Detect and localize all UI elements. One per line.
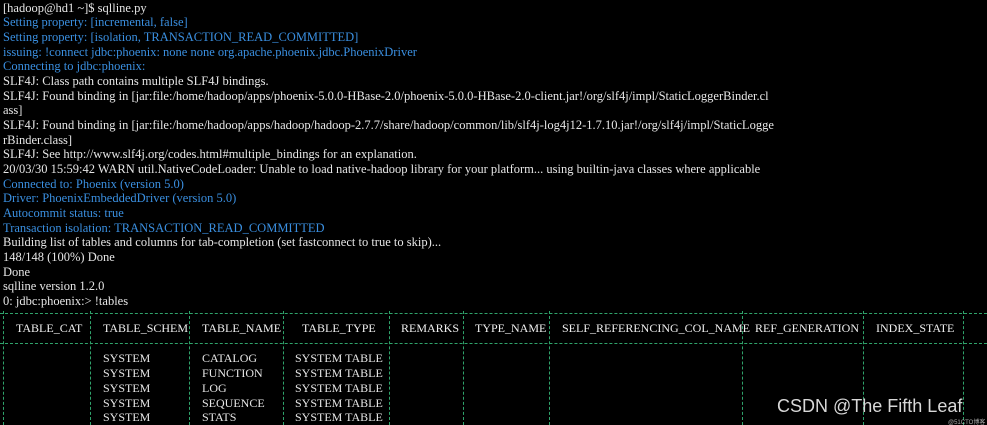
- column-header-table-schem: TABLE_SCHEM: [103, 321, 189, 335]
- terminal-line: Driver: PhoenixEmbeddedDriver (version 5…: [3, 191, 237, 205]
- terminal-window[interactable]: [hadoop@hd1 ~]$ sqlline.py Setting prope…: [0, 0, 987, 425]
- table-column-separator: [389, 311, 390, 425]
- cell-table-name: SEQUENCE: [202, 396, 265, 410]
- table-column-separator: [3, 311, 4, 425]
- column-header-remarks: REMARKS: [401, 321, 460, 335]
- terminal-line: sqlline version 1.2.0: [3, 279, 105, 293]
- terminal-line: Transaction isolation: TRANSACTION_READ_…: [3, 221, 325, 235]
- cell-table-name: FUNCTION: [202, 366, 263, 380]
- table-column-separator: [963, 311, 964, 425]
- cell-table-type: SYSTEM TABLE: [295, 381, 383, 395]
- cell-table-type: SYSTEM TABLE: [295, 410, 383, 424]
- column-header-type-name: TYPE_NAME: [475, 321, 547, 335]
- terminal-line: Building list of tables and columns for …: [3, 235, 442, 249]
- column-header-ref-generation: REF_GENERATION: [755, 321, 859, 335]
- column-header-table-type: TABLE_TYPE: [302, 321, 376, 335]
- terminal-line: Connecting to jdbc:phoenix:: [3, 59, 146, 73]
- cell-table-name: STATS: [202, 410, 237, 424]
- terminal-line: 20/03/30 15:59:42 WARN util.NativeCodeLo…: [3, 162, 761, 176]
- table-column-separator: [90, 311, 91, 425]
- cell-table-schem: SYSTEM: [103, 366, 151, 380]
- terminal-line: [hadoop@hd1 ~]$ sqlline.py: [3, 1, 147, 15]
- cell-table-schem: SYSTEM: [103, 410, 151, 424]
- cell-table-type: SYSTEM TABLE: [295, 351, 383, 365]
- terminal-line: rBinder.class]: [3, 133, 73, 147]
- column-header-table-cat: TABLE_CAT: [16, 321, 83, 335]
- terminal-line: SLF4J: See http://www.slf4j.org/codes.ht…: [3, 147, 417, 161]
- terminal-line: Done: [3, 265, 31, 279]
- terminal-line: 148/148 (100%) Done: [3, 250, 115, 264]
- table-column-separator: [549, 311, 550, 425]
- table-border-top: [0, 313, 987, 314]
- cell-table-schem: SYSTEM: [103, 396, 151, 410]
- csdn-watermark: CSDN @The Fifth Leaf: [777, 396, 963, 416]
- column-header-table-name: TABLE_NAME: [202, 321, 282, 335]
- cell-table-name: CATALOG: [202, 351, 258, 365]
- terminal-line: Setting property: [incremental, false]: [3, 15, 188, 29]
- terminal-line: SLF4J: Class path contains multiple SLF4…: [3, 74, 269, 88]
- column-header-self-ref-col: SELF_REFERENCING_COL_NAME: [562, 321, 751, 335]
- terminal-line: Autocommit status: true: [3, 206, 124, 220]
- terminal-line: ass]: [3, 103, 23, 117]
- terminal-line: SLF4J: Found binding in [jar:file:/home/…: [3, 118, 774, 132]
- cell-table-name: LOG: [202, 381, 227, 395]
- table-column-separator: [283, 311, 284, 425]
- cell-table-type: SYSTEM TABLE: [295, 396, 383, 410]
- terminal-line: Setting property: [isolation, TRANSACTIO…: [3, 30, 359, 44]
- table-column-separator: [463, 311, 464, 425]
- cell-table-schem: SYSTEM: [103, 381, 151, 395]
- 51cto-watermark: @51CTO博客: [948, 420, 986, 425]
- terminal-line: SLF4J: Found binding in [jar:file:/home/…: [3, 89, 769, 103]
- cell-table-type: SYSTEM TABLE: [295, 366, 383, 380]
- table-column-separator: [189, 311, 190, 425]
- terminal-prompt-line[interactable]: 0: jdbc:phoenix:> !tables: [3, 294, 128, 308]
- table-border-header-bottom: [0, 343, 987, 344]
- terminal-line: issuing: !connect jdbc:phoenix: none non…: [3, 45, 417, 59]
- terminal-line: Connected to: Phoenix (version 5.0): [3, 177, 184, 191]
- cell-table-schem: SYSTEM: [103, 351, 151, 365]
- column-header-index-state: INDEX_STATE: [876, 321, 955, 335]
